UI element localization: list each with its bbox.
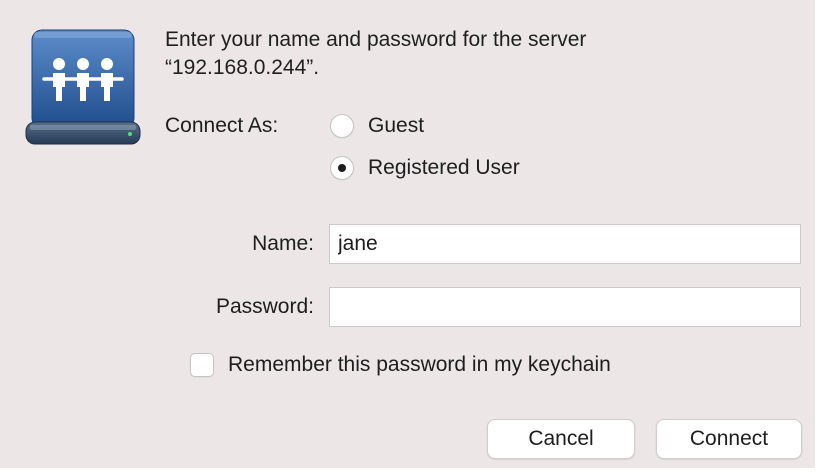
cancel-button-label: Cancel bbox=[528, 427, 594, 450]
guest-radio-option[interactable]: Guest bbox=[330, 112, 424, 140]
name-label: Name: bbox=[252, 232, 314, 255]
message-line-1: Enter your name and password for the ser… bbox=[165, 28, 587, 51]
connect-button[interactable]: Connect bbox=[656, 419, 802, 459]
name-field[interactable] bbox=[329, 224, 801, 264]
dialog-message: Enter your name and password for the ser… bbox=[165, 26, 785, 82]
remember-password-checkbox[interactable] bbox=[190, 353, 214, 377]
remember-password-label[interactable]: Remember this password in my keychain bbox=[228, 351, 611, 379]
registered-user-radio-label[interactable]: Registered User bbox=[368, 154, 520, 182]
connect-to-server-dialog: Enter your name and password for the ser… bbox=[0, 0, 815, 468]
connect-button-label: Connect bbox=[689, 427, 769, 450]
connect-as-label: Connect As: bbox=[165, 114, 279, 137]
registered-user-radio[interactable] bbox=[330, 156, 354, 180]
guest-radio-label[interactable]: Guest bbox=[368, 112, 424, 140]
registered-user-radio-option[interactable]: Registered User bbox=[330, 154, 520, 182]
cancel-button[interactable]: Cancel bbox=[487, 419, 635, 459]
remember-password-option[interactable]: Remember this password in my keychain bbox=[190, 351, 611, 379]
password-field[interactable] bbox=[329, 287, 801, 327]
message-line-2: “192.168.0.244”. bbox=[165, 56, 320, 79]
guest-radio[interactable] bbox=[330, 114, 354, 138]
password-label: Password: bbox=[215, 295, 314, 318]
network-server-icon bbox=[25, 29, 141, 145]
